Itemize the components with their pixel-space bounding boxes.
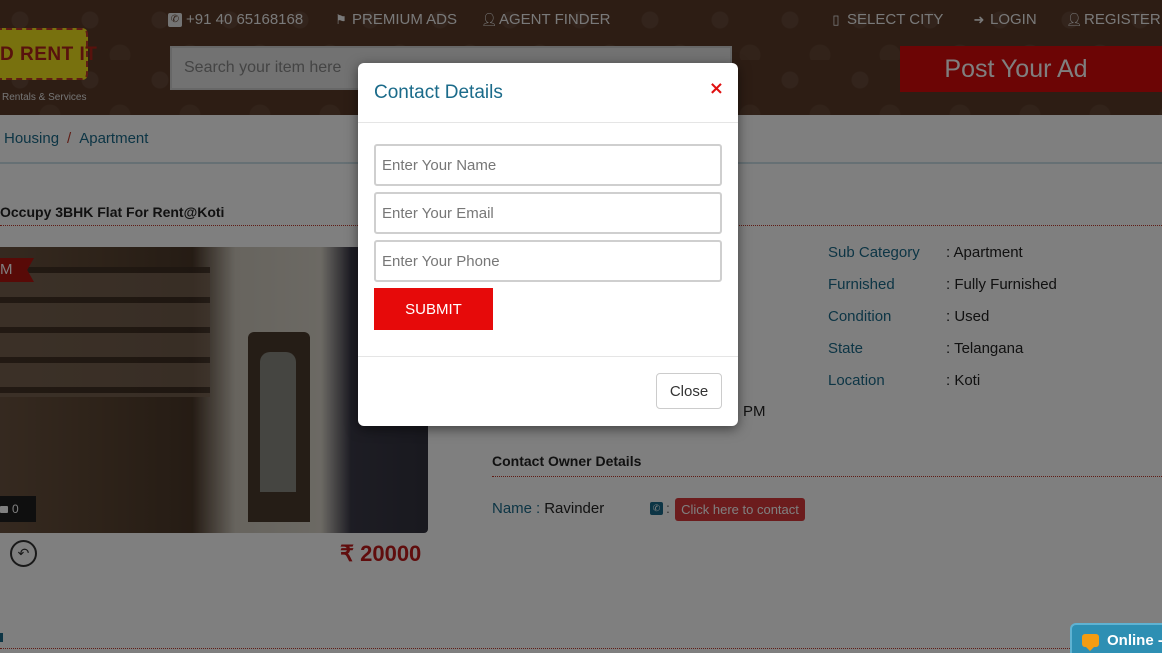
- modal-body: SUBMIT: [358, 123, 738, 357]
- live-chat-widget[interactable]: Online -: [1070, 623, 1162, 653]
- submit-button[interactable]: SUBMIT: [374, 288, 493, 330]
- phone-input[interactable]: [374, 240, 722, 282]
- name-input[interactable]: [374, 144, 722, 186]
- contact-details-modal: Contact Details × SUBMIT Close: [358, 63, 738, 426]
- email-input[interactable]: [374, 192, 722, 234]
- chat-status-label: Online -: [1107, 631, 1162, 649]
- close-button[interactable]: Close: [656, 373, 722, 409]
- modal-title: Contact Details: [374, 82, 503, 103]
- modal-header: Contact Details ×: [358, 63, 738, 123]
- modal-close-icon[interactable]: ×: [709, 78, 724, 99]
- modal-footer: Close: [358, 357, 738, 425]
- chat-bubble-icon: [1082, 633, 1099, 651]
